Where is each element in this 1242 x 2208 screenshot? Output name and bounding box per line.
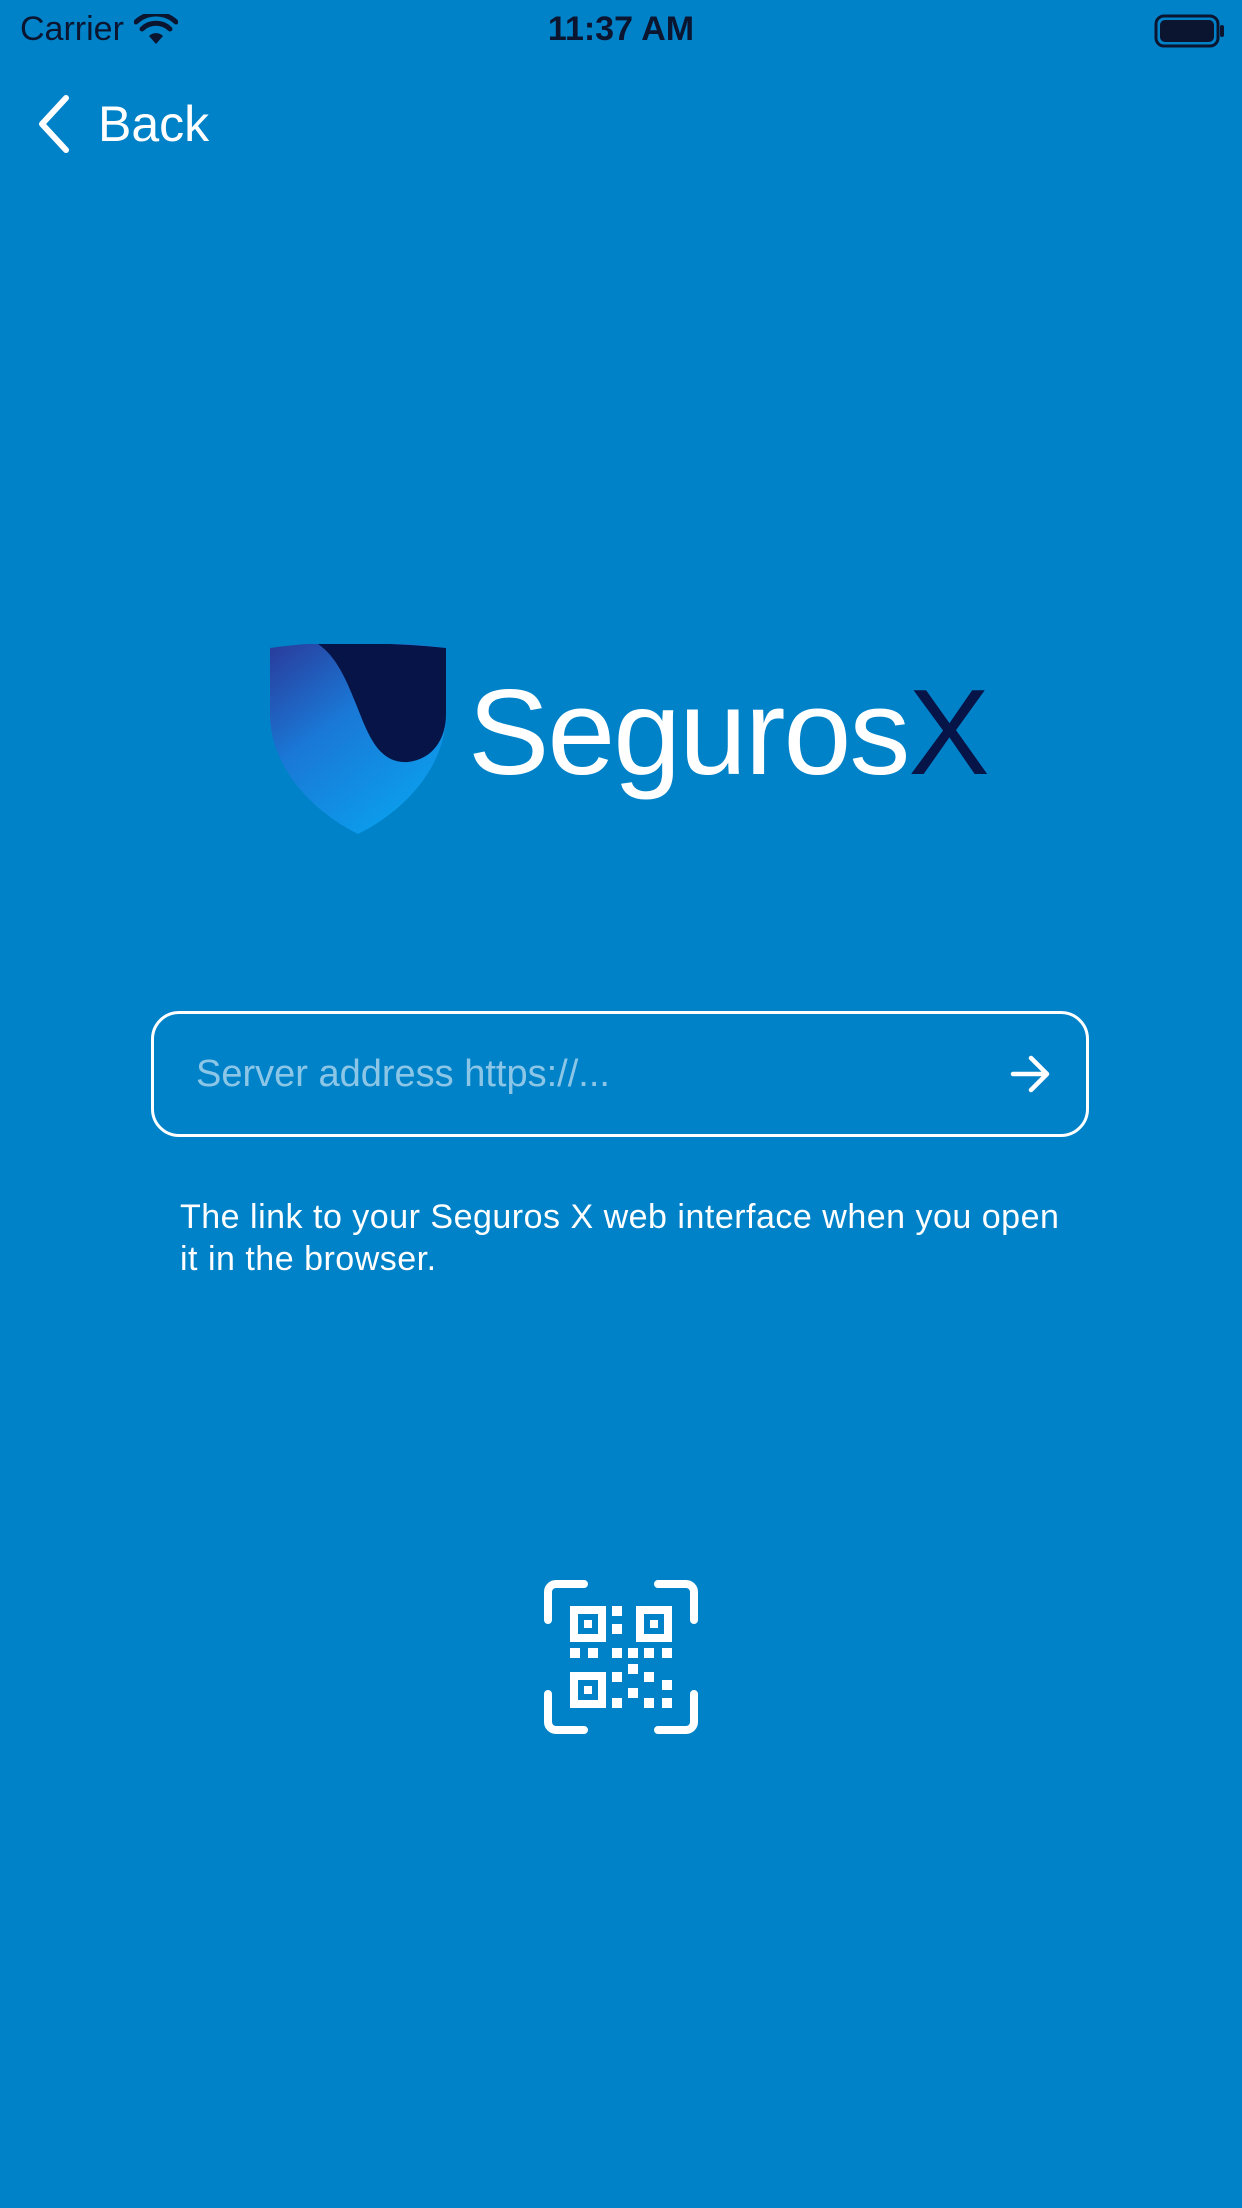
app-logo: SegurosX xyxy=(268,644,990,834)
chevron-left-icon xyxy=(39,95,69,153)
server-address-input[interactable] xyxy=(154,1013,976,1135)
back-button[interactable]: Back xyxy=(36,94,209,154)
status-time: 11:37 AM xyxy=(547,10,695,48)
arrow-right-icon xyxy=(1010,1055,1050,1093)
logo-accent: X xyxy=(908,664,989,800)
submit-button[interactable] xyxy=(976,1014,1086,1134)
back-label: Back xyxy=(98,96,210,152)
qr-scan-button[interactable] xyxy=(544,1580,698,1734)
logo-word: Seguros xyxy=(468,664,910,800)
shield-logo-icon xyxy=(270,644,446,834)
server-address-field xyxy=(151,1011,1089,1137)
qr-code-scan-icon xyxy=(544,1580,698,1734)
logo-wordmark: SegurosX xyxy=(468,662,990,802)
battery-icon xyxy=(1154,14,1226,53)
status-bar: Carrier 11:37 AM xyxy=(0,0,1242,60)
helper-text: The link to your Seguros X web interface… xyxy=(180,1198,1060,1278)
